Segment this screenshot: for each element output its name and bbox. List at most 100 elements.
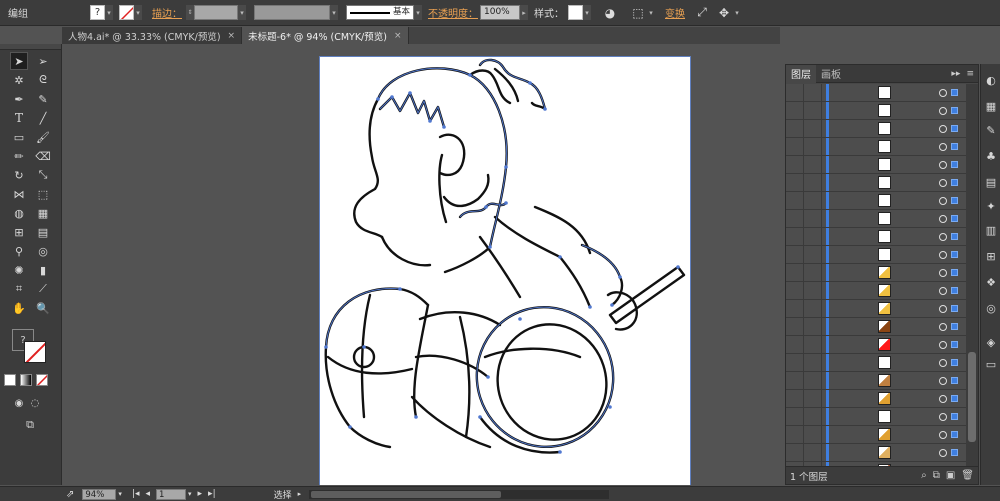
target-icon[interactable] [939, 431, 947, 439]
zoom-tool-icon[interactable]: 🔍 [34, 299, 52, 317]
lock-toggle[interactable] [804, 300, 822, 317]
variable-width-field[interactable] [254, 5, 330, 20]
lock-toggle[interactable] [804, 246, 822, 263]
target-icon[interactable] [939, 305, 947, 313]
selection-indicator[interactable] [951, 413, 958, 420]
color-mode-icon[interactable] [4, 374, 16, 386]
status-menu-icon[interactable]: ▸ [298, 490, 302, 498]
layer-row[interactable] [786, 408, 966, 426]
stroke-weight-field[interactable] [194, 5, 238, 20]
zoom-field[interactable]: 94% [82, 488, 117, 500]
visibility-toggle[interactable] [786, 210, 804, 227]
transparency-icon[interactable]: ◎ [983, 300, 999, 316]
layer-row[interactable] [786, 354, 966, 372]
visibility-toggle[interactable] [786, 408, 804, 425]
selection-indicator[interactable] [951, 89, 958, 96]
layer-row[interactable] [786, 102, 966, 120]
visibility-toggle[interactable] [786, 426, 804, 443]
new-layer-icon[interactable]: ▣ [946, 470, 955, 481]
lock-toggle[interactable] [804, 102, 822, 119]
target-icon[interactable] [939, 215, 947, 223]
eraser-tool-icon[interactable]: ⌫ [34, 147, 52, 165]
layer-row[interactable] [786, 210, 966, 228]
toolbox-grip[interactable] [0, 44, 61, 50]
direct-selection-tool-icon[interactable]: ➢ [34, 52, 52, 70]
visibility-toggle[interactable] [786, 228, 804, 245]
visibility-toggle[interactable] [786, 336, 804, 353]
target-icon[interactable] [939, 395, 947, 403]
target-icon[interactable] [939, 233, 947, 241]
visibility-toggle[interactable] [786, 300, 804, 317]
selection-indicator[interactable] [951, 107, 958, 114]
symbols-icon[interactable]: ♣ [983, 148, 999, 164]
selection-indicator[interactable] [951, 449, 958, 456]
hand-tool-icon[interactable]: ✋ [10, 299, 28, 317]
delete-icon[interactable]: 🗑 [961, 470, 974, 481]
selection-indicator[interactable] [951, 431, 958, 438]
shape-builder-tool-icon[interactable]: ◍ [10, 204, 28, 222]
selection-indicator[interactable] [951, 323, 958, 330]
lock-toggle[interactable] [804, 210, 822, 227]
visibility-toggle[interactable] [786, 282, 804, 299]
lock-toggle[interactable] [804, 228, 822, 245]
appearance-icon[interactable]: ✦ [983, 198, 999, 214]
lock-toggle[interactable] [804, 390, 822, 407]
prev-artboard-icon[interactable]: ◂ [145, 489, 150, 499]
last-artboard-icon[interactable]: ▸| [208, 489, 216, 499]
horizontal-scrollbar[interactable] [309, 489, 610, 499]
stroke-weight-stepper[interactable]: ⇕ [186, 5, 194, 20]
perspective-grid-tool-icon[interactable]: ▦ [34, 204, 52, 222]
lock-toggle[interactable] [804, 174, 822, 191]
selection-indicator[interactable] [951, 233, 958, 240]
layer-row[interactable] [786, 228, 966, 246]
pathfinder-icon[interactable]: ❖ [983, 274, 999, 290]
visibility-toggle[interactable] [786, 138, 804, 155]
target-icon[interactable] [939, 251, 947, 259]
target-icon[interactable] [939, 287, 947, 295]
zoom-dropdown[interactable]: ▾ [118, 490, 122, 498]
target-icon[interactable] [939, 197, 947, 205]
visibility-toggle[interactable] [786, 318, 804, 335]
gradient-tool-icon[interactable]: ▤ [34, 223, 52, 241]
align-icon[interactable]: ▥ [983, 222, 999, 238]
visibility-toggle[interactable] [786, 120, 804, 137]
target-icon[interactable] [939, 89, 947, 97]
arrange-documents-icon[interactable]: ✥ [715, 4, 733, 22]
fill-dropdown[interactable]: ▾ [105, 5, 113, 20]
lock-toggle[interactable] [804, 264, 822, 281]
target-icon[interactable] [939, 143, 947, 151]
opacity-field[interactable]: 100% [480, 5, 520, 20]
layer-row[interactable] [786, 282, 966, 300]
tab-document-1[interactable]: 人物4.ai* @ 33.33% (CMYK/预览) × [62, 27, 243, 44]
magic-wand-tool-icon[interactable]: ✲ [10, 71, 28, 89]
horizontal-scrollbar-thumb[interactable] [311, 490, 502, 498]
transform-link[interactable]: 变换 [665, 5, 685, 20]
lock-toggle[interactable] [804, 354, 822, 371]
target-icon[interactable] [939, 341, 947, 349]
selection-indicator[interactable] [951, 179, 958, 186]
lock-toggle[interactable] [804, 84, 822, 101]
lock-toggle[interactable] [804, 156, 822, 173]
brush-dropdown[interactable]: ▾ [414, 5, 422, 20]
visibility-toggle[interactable] [786, 354, 804, 371]
variable-width-dropdown[interactable]: ▾ [330, 5, 338, 20]
tab-document-2[interactable]: 未标题-6* @ 94% (CMYK/预览) × [242, 27, 409, 44]
target-icon[interactable] [939, 125, 947, 133]
rectangle-tool-icon[interactable]: ▭ [10, 128, 28, 146]
layer-row[interactable] [786, 246, 966, 264]
selection-indicator[interactable] [951, 305, 958, 312]
selection-indicator[interactable] [951, 125, 958, 132]
free-transform-tool-icon[interactable]: ⬚ [34, 185, 52, 203]
curvature-tool-icon[interactable]: ✎ [34, 90, 52, 108]
color-icon[interactable]: ◐ [983, 72, 999, 88]
artboard-tool-icon[interactable]: ⌗ [10, 280, 28, 298]
canvas-area[interactable] [62, 44, 780, 485]
artboards-dock-icon[interactable]: ▭ [983, 356, 999, 372]
graphic-style-dropdown[interactable]: ▾ [583, 5, 591, 20]
target-icon[interactable] [939, 359, 947, 367]
scale-tool-icon[interactable]: ⤡ [34, 166, 52, 184]
visibility-toggle[interactable] [786, 390, 804, 407]
target-icon[interactable] [939, 269, 947, 277]
search-icon[interactable]: ⌕ [921, 470, 927, 481]
first-artboard-icon[interactable]: |◂ [132, 489, 140, 499]
